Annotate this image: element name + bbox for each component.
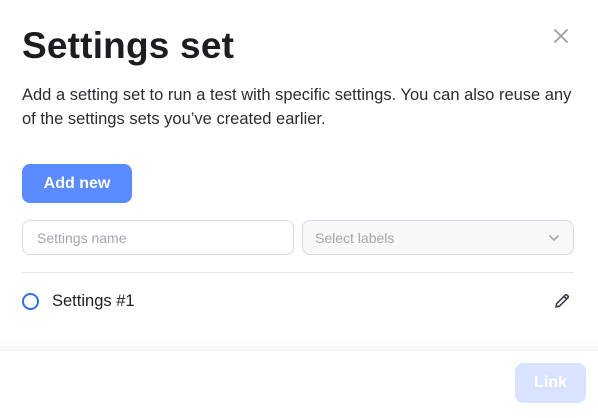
- add-new-button[interactable]: Add new: [22, 164, 132, 203]
- select-labels-placeholder: Select labels: [315, 229, 395, 246]
- list-item[interactable]: Settings #1: [22, 288, 574, 314]
- divider: [22, 272, 574, 273]
- settings-radio[interactable]: [22, 292, 39, 310]
- link-button[interactable]: Link: [515, 363, 586, 403]
- chevron-down-icon: [549, 234, 559, 241]
- dialog-description: Add a setting set to run a test with spe…: [22, 86, 572, 128]
- settings-set-dialog: Settings set Add a setting set to run a …: [0, 0, 598, 418]
- settings-name-input[interactable]: [22, 220, 294, 255]
- settings-item-label: Settings #1: [52, 291, 135, 310]
- edit-settings-button[interactable]: [552, 291, 572, 311]
- close-icon: [554, 29, 568, 43]
- pencil-icon: [555, 293, 570, 308]
- select-labels-dropdown[interactable]: Select labels: [302, 220, 574, 255]
- close-button[interactable]: [552, 27, 570, 45]
- dialog-title: Settings set: [22, 25, 235, 66]
- dialog-footer: [0, 350, 598, 418]
